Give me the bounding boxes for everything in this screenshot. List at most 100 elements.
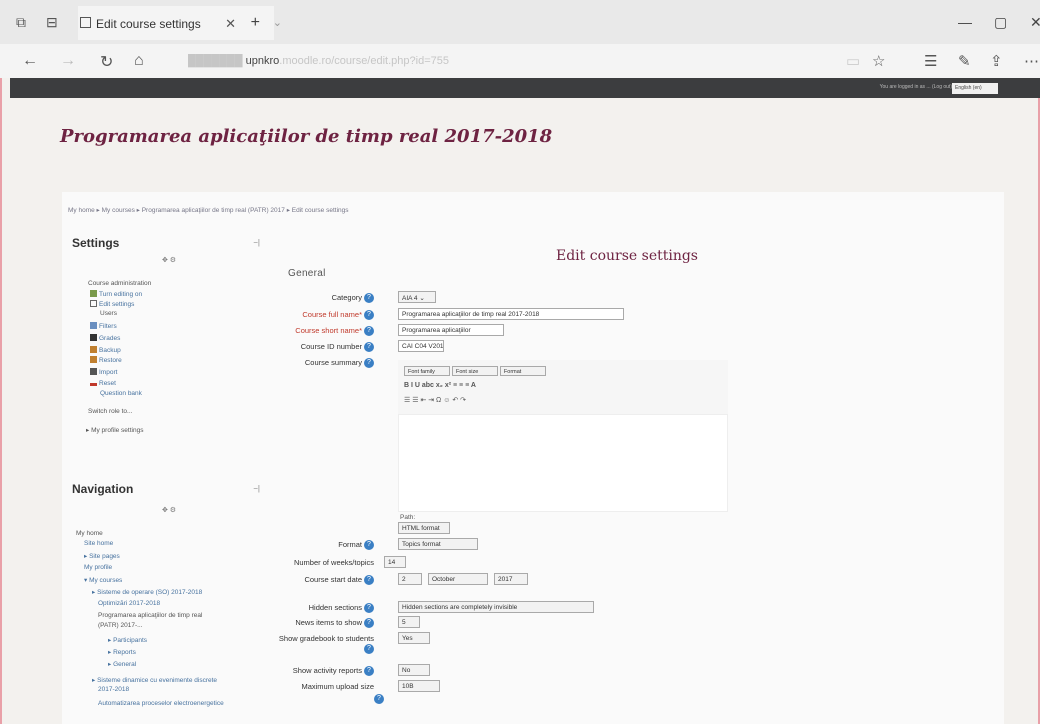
new-tab-icon[interactable]: +	[251, 14, 260, 32]
font-size-select[interactable]: Font size	[451, 366, 498, 376]
editor-format-buttons[interactable]: B I U abc x₂ x² ≡ ≡ ≡ A	[404, 382, 476, 389]
help-icon[interactable]: ?	[364, 644, 374, 655]
grades-icon	[90, 334, 97, 341]
settings-item[interactable]: Restore	[90, 356, 122, 364]
back-icon[interactable]: ←	[22, 52, 38, 70]
move-block-icon[interactable]: ✥ ⚙	[162, 256, 176, 264]
close-window-icon[interactable]: ✕	[1030, 14, 1040, 31]
nav-item[interactable]: Programarea aplicaţiilor de timp real	[98, 612, 202, 619]
settings-item[interactable]: Backup	[90, 346, 121, 354]
share-icon[interactable]: ⇪	[990, 52, 1003, 70]
settings-item[interactable]: Import	[90, 368, 117, 376]
settings-block: Settings −| ✥ ⚙ Course administration Tu…	[72, 236, 268, 466]
breadcrumb-item[interactable]: My home	[68, 207, 95, 214]
startdate-month[interactable]: October	[428, 573, 488, 585]
switch-role[interactable]: Switch role to...	[88, 408, 132, 415]
format-select[interactable]: Topics format	[398, 538, 478, 550]
gradebook-select[interactable]: Yes	[398, 632, 430, 644]
nav-item[interactable]: Optimizări 2017-2018	[98, 600, 160, 607]
nav-item[interactable]: My profile	[84, 564, 112, 571]
help-icon[interactable]: ?	[364, 342, 374, 353]
help-icon[interactable]: ?	[364, 310, 374, 321]
dock-block-icon[interactable]: −|	[253, 484, 260, 493]
nav-item[interactable]: ▸ Reports	[108, 648, 136, 656]
startdate-year[interactable]: 2017	[494, 573, 528, 585]
browser-tab[interactable]: Edit course settings ✕ + ⌄	[78, 6, 282, 40]
settings-section[interactable]: Course administration	[88, 280, 151, 287]
news-items-select[interactable]: 5	[398, 616, 420, 628]
startdate-day[interactable]: 2	[398, 573, 422, 585]
settings-item[interactable]: Grades	[90, 334, 120, 342]
form-legend-general[interactable]: General	[288, 268, 326, 279]
breadcrumb-item[interactable]: Edit course settings	[292, 207, 349, 214]
category-select[interactable]: AIA 4 ⌄	[398, 291, 436, 303]
idnumber-input[interactable]: CAI C04 V2017	[398, 340, 444, 352]
category-label: Category?	[274, 293, 374, 304]
help-icon[interactable]: ?	[364, 358, 374, 369]
tab-set-aside-icon[interactable]: ⧉	[16, 14, 26, 31]
favorite-star-icon[interactable]: ☆	[872, 52, 885, 70]
help-icon[interactable]: ?	[364, 540, 374, 551]
nav-item[interactable]: ▾ My courses	[84, 576, 122, 584]
help-icon[interactable]: ?	[364, 293, 374, 304]
nav-item[interactable]: ▸ Sisteme de operare (SO) 2017-2018	[92, 588, 202, 596]
help-icon[interactable]: ?	[364, 326, 374, 337]
help-icon[interactable]: ?	[364, 603, 374, 614]
nav-item[interactable]: Site home	[84, 540, 113, 547]
backup-icon	[90, 346, 97, 353]
url-field[interactable]: ███████ upnkro.moodle.ro/course/edit.php…	[188, 50, 858, 72]
settings-icon	[90, 300, 97, 307]
nav-item[interactable]: My home	[76, 530, 103, 537]
settings-item[interactable]: Turn editing on	[90, 290, 142, 298]
breadcrumb-item[interactable]: My courses	[102, 207, 135, 214]
text-format-select[interactable]: HTML format	[398, 522, 450, 534]
home-icon[interactable]: ⌂	[134, 52, 144, 70]
minimize-icon[interactable]: —	[958, 14, 972, 30]
numsections-label: Number of weeks/topics	[293, 558, 374, 567]
settings-item[interactable]: Question bank	[100, 390, 142, 397]
editor-list-buttons[interactable]: ☰ ☰ ⇤ ⇥ Ω ☺ ↶ ↷	[404, 396, 466, 404]
hidden-sections-select[interactable]: Hidden sections are completely invisible	[398, 601, 594, 613]
fullname-input[interactable]: Programarea aplicaţiilor de timp real 20…	[398, 308, 624, 320]
nav-item[interactable]: Automatizarea proceselor electroenergeti…	[98, 700, 224, 707]
format-select[interactable]: Format	[499, 366, 546, 376]
nav-item[interactable]: ▸ Site pages	[84, 552, 120, 560]
web-note-icon[interactable]: ✎	[958, 52, 971, 70]
settings-item[interactable]: Reset	[90, 380, 116, 387]
forward-icon[interactable]: →	[60, 52, 76, 70]
numsections-select[interactable]: 14	[384, 556, 406, 568]
breadcrumb-item[interactable]: Programarea aplicaţiilor de timp real (P…	[142, 207, 285, 214]
settings-item[interactable]: Edit settings	[90, 300, 134, 308]
nav-item[interactable]: (PATR) 2017-...	[98, 622, 143, 629]
login-info[interactable]: You are logged in as ... (Log out)	[880, 84, 952, 90]
nav-item[interactable]: ▸ General	[108, 660, 136, 668]
move-block-icon[interactable]: ✥ ⚙	[162, 506, 176, 514]
close-tab-icon[interactable]: ✕	[225, 16, 236, 32]
activity-reports-label: Show activity reports?	[274, 666, 374, 677]
settings-item[interactable]: Filters	[90, 322, 117, 330]
dock-block-icon[interactable]: −|	[253, 238, 260, 247]
nav-item[interactable]: 2017-2018	[98, 686, 129, 693]
favorites-hub-icon[interactable]: ☰	[924, 52, 937, 70]
settings-item[interactable]: Users	[100, 310, 117, 317]
reading-view-icon[interactable]: ▭	[846, 52, 860, 70]
upload-size-select[interactable]: 10B	[398, 680, 440, 692]
nav-item[interactable]: ▸ Participants	[108, 636, 147, 644]
activity-reports-select[interactable]: No	[398, 664, 430, 676]
help-icon[interactable]: ?	[374, 694, 384, 704]
nav-item[interactable]: ▸ Sisteme dinamice cu evenimente discret…	[92, 676, 217, 684]
help-icon[interactable]: ?	[364, 575, 374, 586]
font-family-select[interactable]: Font family	[404, 366, 450, 376]
tab-dropdown-icon[interactable]: ⌄	[273, 16, 282, 29]
more-icon[interactable]: ⋯	[1024, 52, 1039, 70]
tab-preview-icon[interactable]: ⊟	[46, 14, 58, 31]
maximize-icon[interactable]: ▢	[994, 14, 1007, 31]
summary-editor[interactable]: Font family Font size Format B I U abc x…	[398, 360, 728, 414]
refresh-icon[interactable]: ↻	[100, 52, 113, 72]
language-select[interactable]: English (en)	[952, 83, 998, 94]
help-icon[interactable]: ?	[364, 666, 374, 677]
summary-textarea[interactable]	[398, 414, 728, 512]
profile-settings[interactable]: ▸ My profile settings	[86, 426, 143, 434]
help-icon[interactable]: ?	[364, 618, 374, 629]
shortname-input[interactable]: Programarea aplicaţiilor	[398, 324, 504, 336]
